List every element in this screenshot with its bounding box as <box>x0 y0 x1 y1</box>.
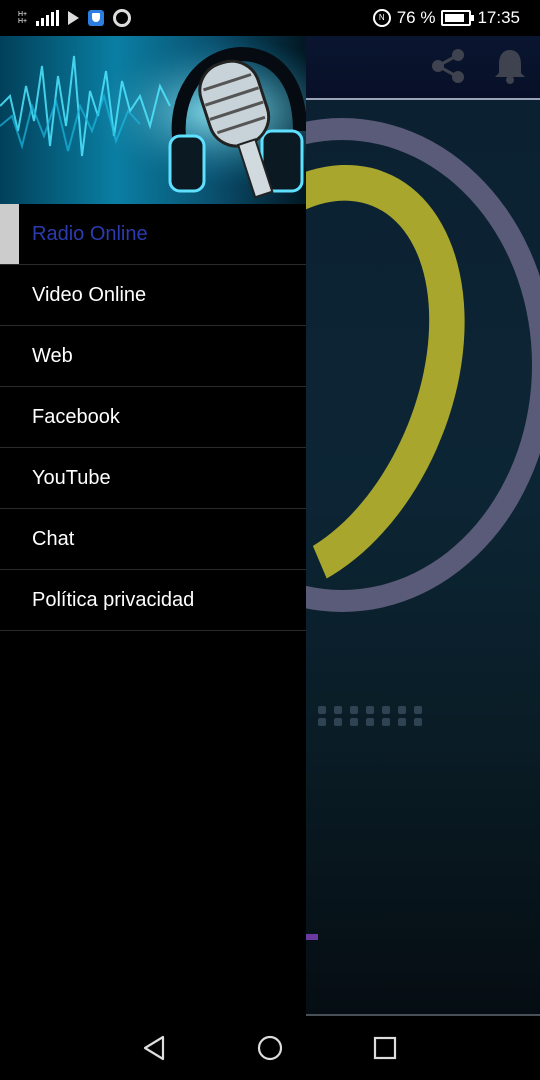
drawer-item-privacy-policy[interactable]: Política privacidad <box>0 570 306 631</box>
drawer-item-label: Política privacidad <box>32 588 195 611</box>
network-type-top: H+ <box>18 11 28 18</box>
navigation-drawer: Radio Online Video Online Web Facebook Y… <box>0 36 306 1016</box>
system-navigation-bar <box>0 1016 540 1080</box>
equalizer-dots <box>318 706 424 726</box>
drawer-item-label: Video Online <box>32 283 147 306</box>
selected-indicator <box>0 204 19 264</box>
play-store-icon <box>68 11 80 25</box>
clock: 17:35 <box>477 8 520 27</box>
microphone-headphones-icon <box>0 36 306 204</box>
battery-percent: 76 % <box>396 8 436 27</box>
drawer-item-label: Facebook <box>32 405 120 428</box>
drawer-item-web[interactable]: Web <box>0 326 306 387</box>
home-circle-icon[interactable] <box>256 1034 284 1062</box>
drawer-item-facebook[interactable]: Facebook <box>0 387 306 448</box>
status-bar: H+ H+ N 76 % 17:35 <box>0 0 540 36</box>
back-triangle-icon[interactable] <box>141 1034 169 1062</box>
drawer-item-label: Web <box>32 344 73 367</box>
drawer-item-youtube[interactable]: YouTube <box>0 448 306 509</box>
vpn-shield-icon <box>88 10 105 26</box>
drawer-item-label: Radio Online <box>32 222 148 245</box>
signal-strength-icon <box>36 10 60 26</box>
battery-icon <box>441 10 475 26</box>
drawer-item-video-online[interactable]: Video Online <box>0 265 306 326</box>
status-icons-left: H+ H+ <box>18 8 132 28</box>
network-type-bottom: H+ <box>18 18 28 25</box>
drawer-item-label: Chat <box>32 527 75 550</box>
notification-bell-icon[interactable] <box>490 46 530 86</box>
status-icons-right: N 76 % 17:35 <box>372 8 520 28</box>
nfc-icon: N <box>372 9 391 27</box>
recents-square-icon[interactable] <box>371 1034 399 1062</box>
drawer-item-chat[interactable]: Chat <box>0 509 306 570</box>
network-type: H+ H+ <box>18 11 27 25</box>
drawer-header-image <box>0 36 306 204</box>
share-icon[interactable] <box>428 46 468 86</box>
drawer-item-radio-online[interactable]: Radio Online <box>0 204 306 265</box>
drawer-item-label: YouTube <box>32 466 111 489</box>
circle-notification-icon <box>113 9 132 27</box>
progress-indicator <box>306 934 318 940</box>
